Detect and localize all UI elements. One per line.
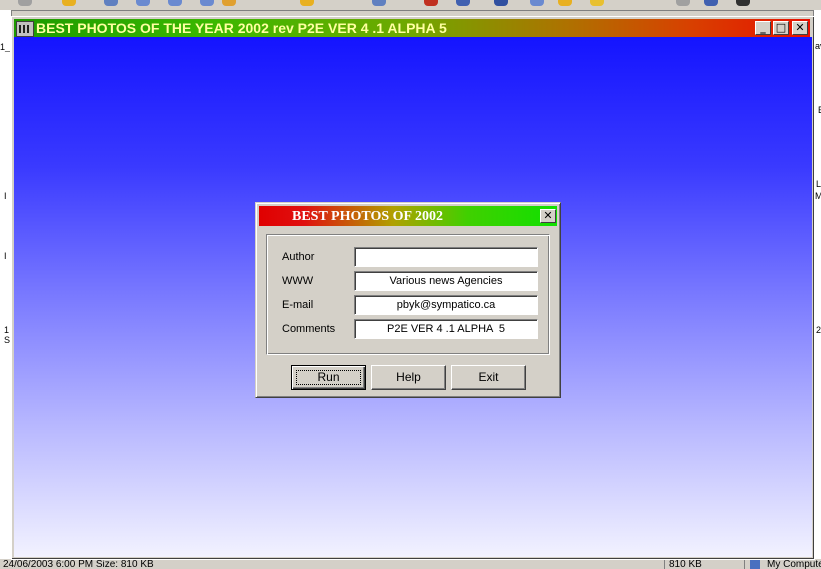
minimize-button[interactable]: _ <box>755 21 771 35</box>
toolbar-list-icon[interactable] <box>200 0 214 6</box>
app-icon[interactable] <box>16 21 34 37</box>
toolbar-screen-icon[interactable] <box>736 0 750 6</box>
run-button[interactable]: Run <box>291 365 366 390</box>
toolbar-monitor-icon[interactable] <box>704 0 718 6</box>
dialog-title-bar[interactable]: BEST PHOTOS OF 2002 ✕ <box>259 206 557 226</box>
toolbar-sort-icon[interactable] <box>456 0 470 6</box>
toolbar-back-icon[interactable] <box>18 0 32 6</box>
author-field[interactable] <box>354 247 538 267</box>
background-toolbar <box>0 0 821 11</box>
info-dialog: BEST PHOTOS OF 2002 ✕ Author WWW E-mail … <box>255 202 561 398</box>
bg-right-text: 2 <box>816 326 821 335</box>
toolbar-window-icon[interactable] <box>372 0 386 6</box>
toolbar-star-icon[interactable] <box>590 0 604 6</box>
comments-label: Comments <box>282 323 336 335</box>
help-button[interactable]: Help <box>371 365 446 390</box>
toolbar-copy-icon[interactable] <box>530 0 544 6</box>
toolbar-folder2-icon[interactable] <box>300 0 314 6</box>
toolbar-settings-icon[interactable] <box>676 0 690 6</box>
bg-left-text: S <box>4 336 11 345</box>
toolbar-folder-icon[interactable] <box>62 0 76 6</box>
toolbar-details-icon[interactable] <box>168 0 182 6</box>
bg-right-text: L <box>816 180 821 189</box>
toolbar-cut-icon[interactable] <box>424 0 438 6</box>
toolbar-edit-icon[interactable] <box>222 0 236 6</box>
author-label: Author <box>282 251 315 263</box>
bg-left-text: 1 <box>4 326 10 335</box>
dialog-title: BEST PHOTOS OF 2002 <box>292 209 444 224</box>
www-label: WWW <box>282 275 314 287</box>
toolbar-globe-icon[interactable] <box>104 0 118 6</box>
toolbar-paste-icon[interactable] <box>558 0 572 6</box>
toolbar-tools-icon[interactable] <box>494 0 508 6</box>
www-field[interactable] <box>354 271 538 291</box>
email-field[interactable] <box>354 295 538 315</box>
focus-rectangle <box>296 370 361 385</box>
bg-left-text: I <box>4 192 7 201</box>
bg-right-text: M <box>815 192 821 201</box>
bg-left-text: I <box>4 252 7 261</box>
bg-left-text: 1_ <box>0 43 11 52</box>
bg-right-text: av <box>815 42 821 51</box>
main-window-title: BEST PHOTOS OF THE YEAR 2002 rev P2E VER… <box>36 20 447 36</box>
dialog-close-button[interactable]: ✕ <box>540 209 556 223</box>
comments-field[interactable] <box>354 319 538 339</box>
exit-button[interactable]: Exit <box>451 365 526 390</box>
email-label: E-mail <box>282 299 314 311</box>
main-title-bar[interactable]: BEST PHOTOS OF THE YEAR 2002 rev P2E VER… <box>14 19 810 37</box>
close-button[interactable]: ✕ <box>792 21 808 35</box>
toolbar-view-icon[interactable] <box>136 0 150 6</box>
maximize-button[interactable]: □ <box>773 21 789 35</box>
